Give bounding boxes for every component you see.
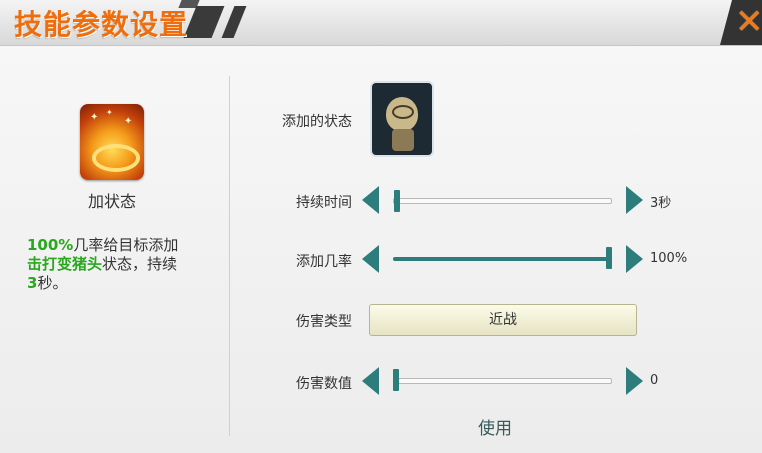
chance-decrease-arrow-icon[interactable] [362,245,379,273]
damage-value-label: 伤害数值 [296,376,352,392]
window-title: 技能参数设置 [14,8,189,41]
duration-label: 持续时间 [296,195,352,211]
duration-value: 3秒 [650,196,672,211]
skill-name: 加状态 [87,192,136,211]
duration-slider-track[interactable] [393,198,612,204]
desc-part: 100% [27,236,74,254]
added-state-label: 添加的状态 [282,114,352,130]
pig-head-state-icon[interactable] [370,81,434,157]
desc-part: 秒。 [37,274,68,292]
desc-part: 3 [27,274,38,292]
add-state-skill-icon: ✦ ✦ ✦ [80,104,144,180]
desc-part: 击打变猪头 [27,255,103,273]
damage-slider-track[interactable] [393,378,612,384]
damage-slider-thumb[interactable] [393,369,399,391]
damage-type-label: 伤害类型 [296,314,352,330]
duration-increase-arrow-icon[interactable] [626,186,643,214]
chance-label: 添加几率 [296,254,352,270]
desc-part: 状态，持续 [102,255,178,273]
damage-type-select[interactable]: 近战 [369,304,637,336]
chance-slider-thumb[interactable] [606,247,612,269]
panel-divider [229,76,230,436]
duration-decrease-arrow-icon[interactable] [362,186,379,214]
title-bar: 技能参数设置 ✕ [0,0,762,46]
use-button[interactable]: 使用 [460,414,530,439]
chance-increase-arrow-icon[interactable] [626,245,643,273]
damage-value: 0 [650,373,659,388]
skill-description: 100%几率给目标添加 击打变猪头状态，持续 3秒。 [27,236,217,293]
chance-value: 100% [650,251,688,266]
damage-increase-arrow-icon[interactable] [626,367,643,395]
chance-slider-fill[interactable] [393,257,610,261]
desc-part: 几率给目标添加 [73,236,179,254]
duration-slider-thumb[interactable] [394,190,400,212]
close-icon[interactable]: ✕ [735,2,762,42]
damage-decrease-arrow-icon[interactable] [362,367,379,395]
